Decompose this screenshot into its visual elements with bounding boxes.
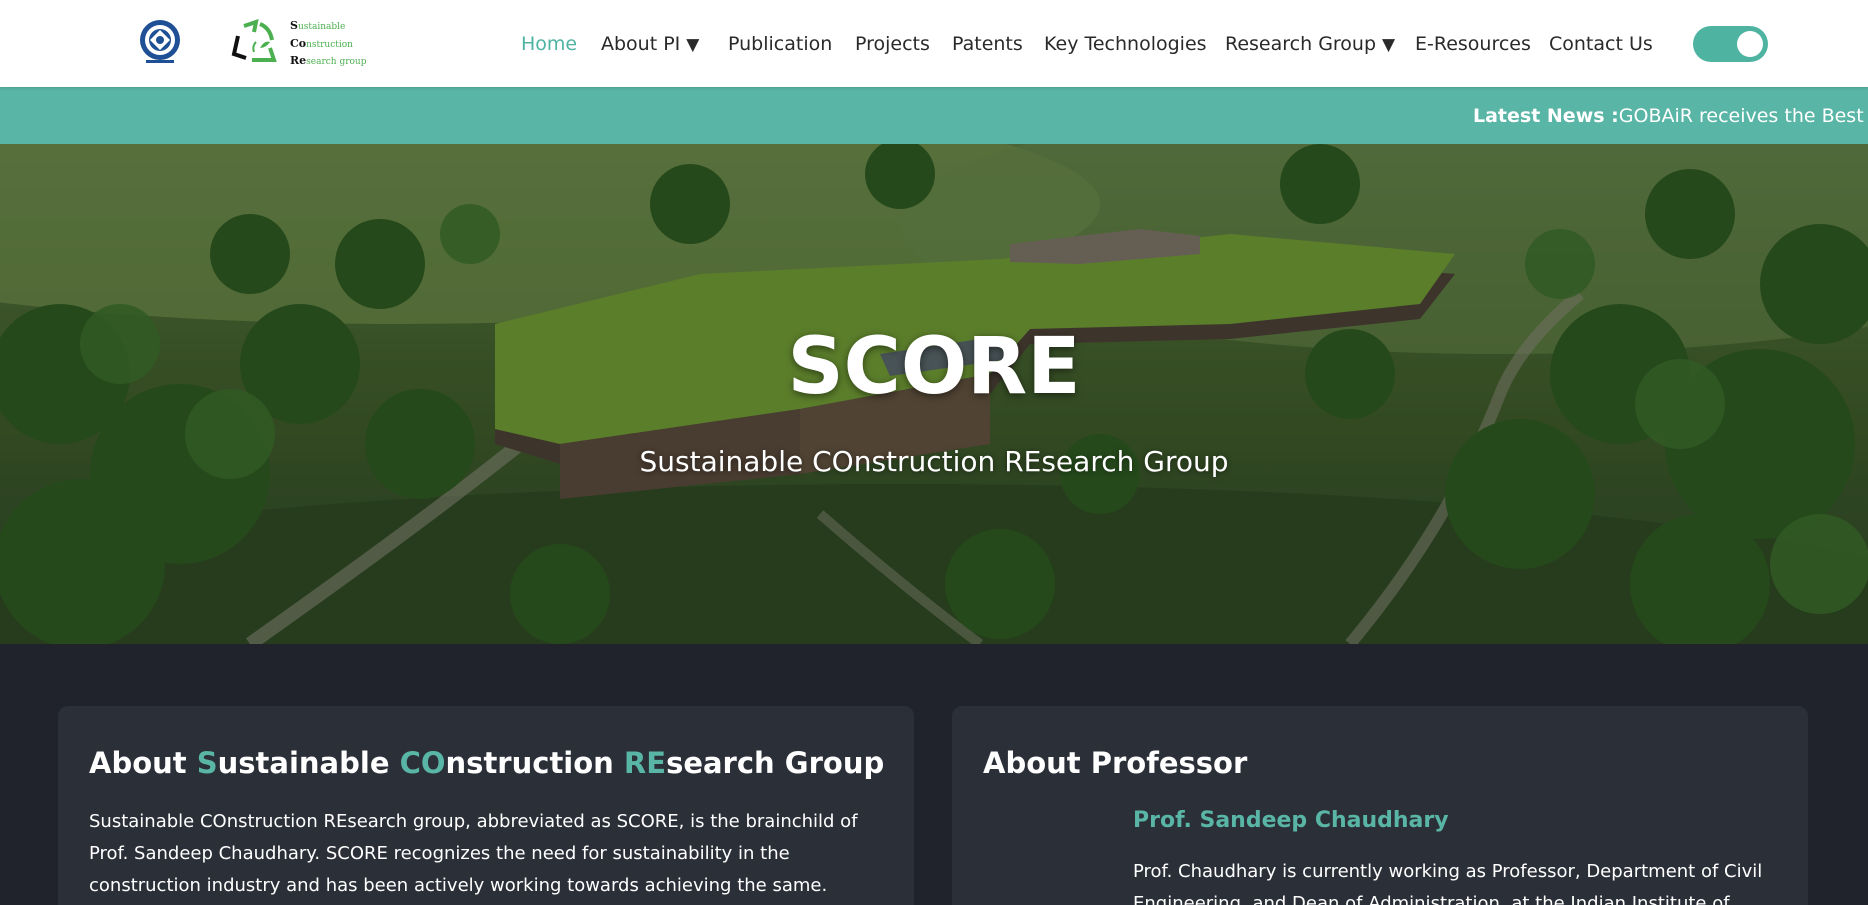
title-text: search Group <box>666 746 885 780</box>
nav-key-technologies[interactable]: Key Technologies <box>1044 30 1207 58</box>
nav-research-group[interactable]: Research Group ▼ <box>1225 30 1395 59</box>
toggle-knob <box>1737 31 1763 57</box>
nav-patents[interactable]: Patents <box>952 30 1023 58</box>
nav-about-pi[interactable]: About PI ▼ <box>601 30 699 59</box>
title-highlight: S <box>196 746 218 780</box>
nav-label: E-Resources <box>1415 33 1531 55</box>
site-header: Sustainable Construction Research group Ho… <box>0 0 1868 87</box>
nav-label: Key Technologies <box>1044 33 1207 55</box>
about-professor-title: About Professor <box>983 746 1248 780</box>
nav-e-resources[interactable]: E-Resources <box>1415 30 1531 58</box>
news-text[interactable]: Latest News :GOBAiR receives the Best Pr… <box>1473 104 1868 128</box>
about-group-title: About Sustainable COnstruction REsearch … <box>89 744 884 782</box>
nav-label: Projects <box>855 33 930 55</box>
nav-contact-us[interactable]: Contact Us <box>1549 30 1653 58</box>
nav-label: Patents <box>952 33 1023 55</box>
logo-line: Research group <box>290 54 367 67</box>
news-label: Latest News : <box>1473 105 1619 127</box>
recycle-icon <box>231 19 277 62</box>
nav-label: Home <box>521 33 578 55</box>
title-highlight: RE <box>623 746 667 780</box>
nav-projects[interactable]: Projects <box>855 30 930 58</box>
theme-toggle[interactable] <box>1693 26 1768 62</box>
caret-down-icon: ▼ <box>1382 35 1396 55</box>
about-group-text: Sustainable COnstruction REsearch group,… <box>89 811 858 896</box>
nav-label: Publication <box>728 33 833 55</box>
about-group-card: About Sustainable COnstruction REsearch … <box>58 706 914 905</box>
title-text: ustainable <box>217 746 400 780</box>
logo-line: Construction <box>290 36 353 50</box>
hero-banner: SCORE Sustainable COnstruction REsearch … <box>0 144 1868 644</box>
title-highlight: CO <box>399 746 446 780</box>
professor-name: Prof. Sandeep Chaudhary <box>1133 808 1449 833</box>
title-text: About <box>89 746 197 780</box>
nav-label: Contact Us <box>1549 33 1653 55</box>
news-ticker: Latest News :GOBAiR receives the Best Pr… <box>0 87 1868 144</box>
news-headline: GOBAiR receives the Best Prod <box>1618 105 1868 127</box>
score-logo-text: Sustainable Construction Research group <box>290 18 367 71</box>
nav-home[interactable]: Home <box>521 30 577 58</box>
hero-subtitle: Sustainable COnstruction REsearch Group <box>639 445 1229 478</box>
professor-bio: Prof. Chaudhary is currently working as … <box>1133 861 1763 905</box>
nav-label: About PI <box>601 33 681 55</box>
caret-down-icon: ▼ <box>686 35 700 55</box>
nav-label: Research Group <box>1225 33 1377 55</box>
title-text: nstruction <box>445 746 624 780</box>
about-professor-card: About Professor Prof. Sandeep Chaudhary … <box>952 706 1808 905</box>
logo-line: Sustainable <box>290 19 346 32</box>
score-logo[interactable]: Sustainable Construction Research group <box>230 18 367 67</box>
institute-logo[interactable] <box>136 18 184 66</box>
hero-title: SCORE <box>787 322 1081 412</box>
nav-publication[interactable]: Publication <box>728 30 832 58</box>
